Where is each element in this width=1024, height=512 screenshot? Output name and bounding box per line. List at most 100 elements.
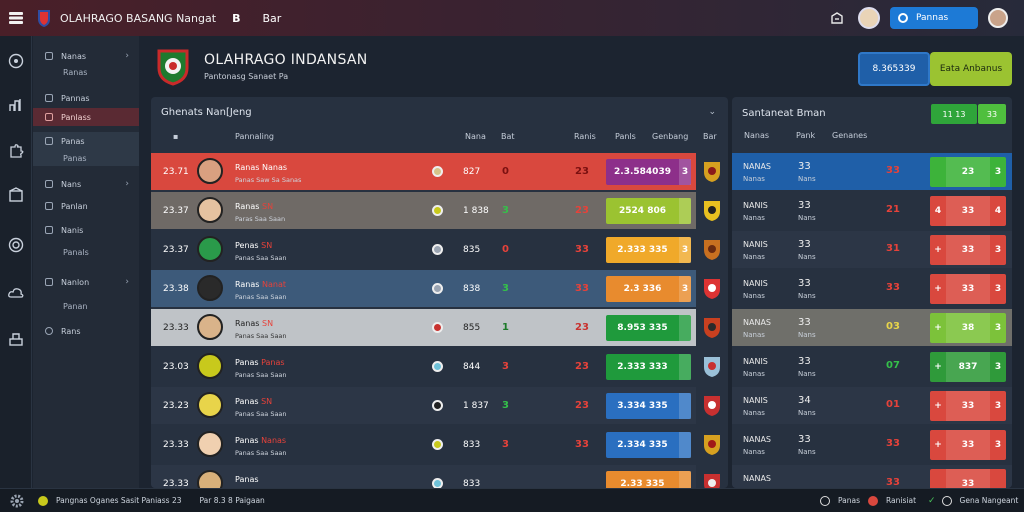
table-row[interactable]: 23.38 Ranas Nanat Panas Saa Saan 838 3 33 2.3 … — [151, 270, 696, 307]
player-avatar[interactable] — [197, 236, 223, 262]
player-avatar[interactable] — [197, 392, 223, 418]
player-avatar[interactable] — [197, 197, 223, 223]
sidebar-item-nanis[interactable]: Nanis — [33, 222, 139, 238]
player-avatar[interactable] — [197, 314, 223, 340]
player-name[interactable]: Panas — [235, 473, 261, 485]
list-item[interactable]: NANIS Nanas 33 Nans 33 +33 3 — [732, 270, 1012, 307]
score-box[interactable]: +837 3 — [930, 352, 1006, 382]
sidebar-item-panas[interactable]: Panas — [33, 132, 139, 150]
player-name[interactable]: Ranas SN — [235, 200, 273, 212]
player-name[interactable]: Ranas SN — [235, 317, 273, 329]
share-icon[interactable] — [826, 7, 848, 29]
sidebar-item-panlan[interactable]: Panlan — [33, 198, 139, 214]
status-item[interactable]: Ranisiat — [886, 496, 916, 505]
target-icon[interactable] — [7, 236, 25, 254]
sidebar-item-nans[interactable]: Nans › — [33, 176, 139, 192]
score-bar[interactable]: 2524 806 — [606, 198, 691, 224]
score-box[interactable]: 23 3 — [930, 157, 1006, 187]
score-bar[interactable]: 3.334 335 — [606, 393, 691, 419]
score-box[interactable]: +33 3 — [930, 391, 1006, 421]
column-header[interactable]: Genanes — [832, 131, 867, 140]
sidebar-subitem-ranas[interactable]: Ranas — [33, 65, 139, 79]
list-item[interactable]: NANAS Nanas 33 Nans 03 +38 3 — [732, 309, 1012, 346]
list-item[interactable]: NANAS 33 33 — [732, 465, 1012, 488]
gear-icon[interactable] — [8, 492, 26, 510]
sidebar-item-pannas[interactable]: Pannas — [33, 90, 139, 106]
table-row[interactable]: 23.03 Panas Panas Panas Saa Saan 844 3 23 2.33… — [151, 348, 696, 385]
filter-button[interactable]: 11 13 — [931, 104, 977, 124]
score-box[interactable]: +33 3 — [930, 430, 1006, 460]
column-header[interactable]: Pank — [796, 131, 815, 140]
score-bar[interactable]: 2.333 335 3 — [606, 237, 691, 263]
score-bar[interactable]: 2.33 335 — [606, 471, 691, 488]
player-avatar[interactable] — [197, 431, 223, 457]
sidebar-item-rans[interactable]: Rans — [33, 323, 139, 339]
list-item[interactable]: NANAS Nanas 33 Nans 33 23 3 — [732, 153, 1012, 190]
score-bar[interactable]: 2.3.584039 3 — [606, 159, 691, 185]
player-name[interactable]: Ranas Nanas — [235, 161, 287, 173]
score-box[interactable]: 4 33 4 — [930, 196, 1006, 226]
score-box[interactable]: +33 3 — [930, 274, 1006, 304]
chevron-down-icon[interactable]: ⌄ — [708, 107, 716, 117]
list-item[interactable]: NANAS Nanas 33 Nans 33 +33 3 — [732, 426, 1012, 463]
sidebar-item-nanas[interactable]: Nanas › — [33, 48, 139, 64]
sidebar-subitem-panals[interactable]: Panals — [33, 245, 139, 259]
chart-icon[interactable] — [7, 96, 25, 114]
sidebar-subitem-panan[interactable]: Panan — [33, 299, 139, 313]
score-box[interactable]: +33 3 — [930, 235, 1006, 265]
player-avatar[interactable] — [197, 353, 223, 379]
table-row[interactable]: 23.33 Panas 833 2.33 335 — [151, 465, 696, 488]
puzzle-icon[interactable] — [7, 142, 25, 160]
value-button[interactable]: 8.365339 — [858, 52, 930, 86]
sidebar-item-panlass[interactable]: Panlass — [33, 108, 139, 126]
account-button[interactable]: Pannas — [890, 7, 978, 29]
score-bar[interactable]: 2.3 336 3 — [606, 276, 691, 302]
list-item[interactable]: NANIS Nanas 33 Nans 21 4 33 4 — [732, 192, 1012, 229]
list-item[interactable]: NANIS Nanas 34 Nans 01 +33 3 — [732, 387, 1012, 424]
tools-icon[interactable] — [7, 330, 25, 348]
score-box[interactable]: +38 3 — [930, 313, 1006, 343]
list-item[interactable]: NANIS Nanas 33 Nans 31 +33 3 — [732, 231, 1012, 268]
box-icon[interactable] — [7, 186, 25, 204]
player-name[interactable]: Panas Nanas — [235, 434, 286, 446]
sidebar-item-nanlon[interactable]: Nanlon › — [33, 274, 139, 290]
sidebar-subitem-panas[interactable]: Panas — [33, 150, 139, 166]
filter-button[interactable]: 33 — [978, 104, 1006, 124]
column-header[interactable]: Ranis — [574, 132, 596, 141]
column-header[interactable]: Panls — [615, 132, 636, 141]
column-header[interactable]: Bat — [501, 132, 515, 141]
player-avatar[interactable] — [197, 275, 223, 301]
table-row[interactable]: 23.37 Ranas SN Paras Saa Saan 1 838 3 23 2524 … — [151, 192, 696, 229]
score-bar[interactable]: 8.953 335 — [606, 315, 691, 341]
column-header[interactable]: Nana — [465, 132, 486, 141]
table-row[interactable]: 23.23 Panas SN Panas Saa Saan 1 837 3 23 3.334… — [151, 387, 696, 424]
column-header[interactable]: Bar — [703, 132, 717, 141]
table-row[interactable]: 23.33 Ranas SN Panas Saa Saan 855 1 23 8.953 3… — [151, 309, 696, 346]
score-bar[interactable]: 2.333 333 — [606, 354, 691, 380]
table-row[interactable]: 23.33 Panas Nanas Panas Saa Saan 833 3 33 2.33… — [151, 426, 696, 463]
score-box[interactable]: 33 — [930, 469, 1006, 488]
player-avatar[interactable] — [197, 470, 223, 488]
action-button[interactable]: Eata Anbanus — [930, 52, 1012, 86]
player-name[interactable]: Ranas Nanat — [235, 278, 286, 290]
player-name[interactable]: Panas Panas — [235, 356, 285, 368]
status-item[interactable]: Gena Nangeant — [960, 496, 1019, 505]
status-item[interactable]: Panas — [838, 496, 860, 505]
player-name[interactable]: Penas SN — [235, 239, 272, 251]
player-avatar[interactable] — [197, 158, 223, 184]
bar-label[interactable]: Bar — [262, 12, 281, 25]
column-header[interactable]: Genbang — [652, 132, 688, 141]
profile-avatar[interactable] — [988, 8, 1008, 28]
score-bar[interactable]: 2.334 335 — [606, 432, 691, 458]
table-row[interactable]: 23.71 Ranas Nanas Panas Saw Sa Sanas 827 0 23… — [151, 153, 696, 190]
table-row[interactable]: 23.37 Penas SN Panas Saa Saan 835 0 33 2.333 3… — [151, 231, 696, 268]
list-item[interactable]: NANIS Nanas 33 Nans 07 +837 3 — [732, 348, 1012, 385]
compass-icon[interactable] — [7, 52, 25, 70]
player-name[interactable]: Panas SN — [235, 395, 272, 407]
brand-b-icon[interactable]: B — [232, 12, 240, 25]
column-header[interactable]: Nanas — [744, 131, 769, 140]
user-avatar[interactable] — [858, 7, 880, 29]
menu-icon[interactable] — [0, 0, 32, 36]
column-header[interactable]: Pannaling — [235, 132, 274, 141]
cloud-icon[interactable] — [7, 284, 25, 302]
